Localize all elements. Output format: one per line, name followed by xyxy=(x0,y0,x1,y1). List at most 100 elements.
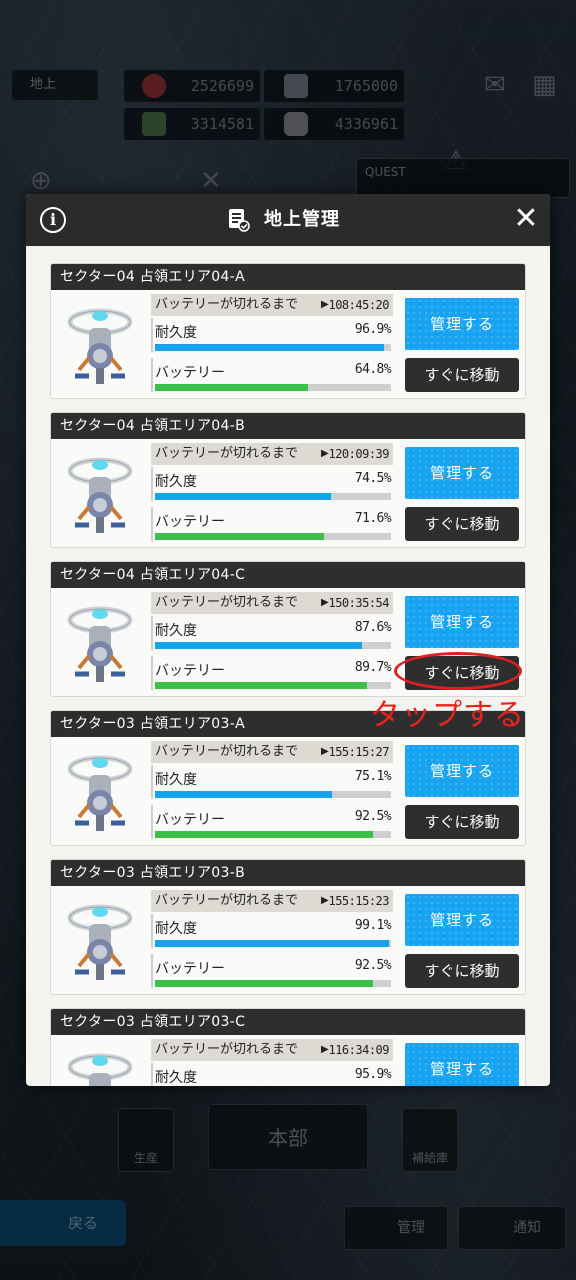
battery-label: バッテリー xyxy=(155,663,225,679)
timer-label: バッテリーが切れるまで xyxy=(155,595,299,610)
durability-bar xyxy=(155,493,391,500)
card-title: セクター03 占領エリア03-B xyxy=(51,860,525,886)
battery-timer-row: バッテリーが切れるまで ▶ 120:09:39 xyxy=(151,443,393,465)
durability-value: 96.9% xyxy=(354,322,392,337)
move-now-button[interactable]: すぐに移動 xyxy=(405,954,519,988)
battery-value: 64.8% xyxy=(354,362,392,377)
battery-row: バッテリー 92.5% xyxy=(151,954,393,992)
battery-timer-row: バッテリーが切れるまで ▶ 155:15:23 xyxy=(151,890,393,912)
durability-value: 95.9% xyxy=(354,1067,392,1082)
durability-bar-fill xyxy=(155,493,331,500)
durability-row: 耐久度 95.9% xyxy=(151,1063,393,1086)
outpost-tower-icon xyxy=(67,755,133,831)
close-icon[interactable]: ✕ xyxy=(512,204,540,234)
stats-column: バッテリーが切れるまで ▶ 120:09:39 耐久度 74.5% バッテリー … xyxy=(151,443,393,545)
manage-button[interactable]: 管理する xyxy=(405,447,519,499)
timer-label: バッテリーが切れるまで xyxy=(155,744,299,759)
stats-column: バッテリーが切れるまで ▶ 155:15:23 耐久度 99.1% バッテリー … xyxy=(151,890,393,992)
move-now-button[interactable]: すぐに移動 xyxy=(405,805,519,839)
timer-label: バッテリーが切れるまで xyxy=(155,1042,299,1057)
stats-column: バッテリーが切れるまで ▶ 150:35:54 耐久度 87.6% バッテリー … xyxy=(151,592,393,694)
durability-row: 耐久度 75.1% xyxy=(151,765,393,803)
outpost-tower-icon xyxy=(67,457,133,533)
durability-label: 耐久度 xyxy=(155,772,197,788)
annotation-circle xyxy=(394,652,522,690)
battery-bar-fill xyxy=(155,980,374,987)
durability-label: 耐久度 xyxy=(155,921,197,937)
battery-timer-row: バッテリーが切れるまで ▶ 108:45:20 xyxy=(151,294,393,316)
battery-value: 71.6% xyxy=(354,511,392,526)
annotation-text: タップする xyxy=(370,698,525,733)
durability-value: 87.6% xyxy=(354,620,392,635)
manage-button[interactable]: 管理する xyxy=(405,894,519,946)
territory-card: セクター03 占領エリア03-C バッテリーが切れるまで ▶ 116:34:09… xyxy=(50,1008,526,1086)
durability-bar xyxy=(155,642,391,649)
durability-value: 75.1% xyxy=(354,769,392,784)
row-divider xyxy=(151,954,153,988)
durability-label: 耐久度 xyxy=(155,1070,197,1086)
battery-bar-fill xyxy=(155,384,308,391)
outpost-tower-icon xyxy=(67,606,133,682)
outpost-tower-icon xyxy=(67,308,133,384)
timer-value: 120:09:39 xyxy=(328,447,389,461)
battery-bar xyxy=(155,533,391,540)
battery-row: バッテリー 89.7% xyxy=(151,656,393,694)
durability-label: 耐久度 xyxy=(155,325,197,341)
ground-management-modal: i 地上管理 ✕ セクター04 占領エリア04-A バッテリーが切れるまで ▶ … xyxy=(26,194,550,1086)
battery-label: バッテリー xyxy=(155,961,225,977)
row-divider xyxy=(151,805,153,839)
durability-bar-fill xyxy=(155,344,384,351)
durability-label: 耐久度 xyxy=(155,623,197,639)
battery-row: バッテリー 92.5% xyxy=(151,805,393,843)
modal-header: i 地上管理 ✕ xyxy=(26,194,550,246)
timer-label: バッテリーが切れるまで xyxy=(155,297,299,312)
row-divider xyxy=(151,467,153,501)
clipboard-check-icon xyxy=(229,209,250,232)
card-title: セクター04 占領エリア04-C xyxy=(51,562,525,588)
row-divider xyxy=(151,656,153,690)
row-divider xyxy=(151,507,153,541)
card-title: セクター04 占領エリア04-B xyxy=(51,413,525,439)
outpost-tower-icon xyxy=(67,1053,133,1086)
territory-card: セクター03 占領エリア03-B バッテリーが切れるまで ▶ 155:15:23… xyxy=(50,859,526,995)
manage-button[interactable]: 管理する xyxy=(405,596,519,648)
row-divider xyxy=(151,914,153,948)
durability-label: 耐久度 xyxy=(155,474,197,490)
battery-bar xyxy=(155,384,391,391)
stats-column: バッテリーが切れるまで ▶ 108:45:20 耐久度 96.9% バッテリー … xyxy=(151,294,393,396)
battery-label: バッテリー xyxy=(155,812,225,828)
durability-bar-fill xyxy=(155,791,333,798)
manage-button[interactable]: 管理する xyxy=(405,298,519,350)
battery-label: バッテリー xyxy=(155,365,225,381)
manage-button[interactable]: 管理する xyxy=(405,1043,519,1086)
battery-value: 92.5% xyxy=(354,809,392,824)
manage-button[interactable]: 管理する xyxy=(405,745,519,797)
battery-bar xyxy=(155,682,391,689)
move-now-button[interactable]: すぐに移動 xyxy=(405,358,519,392)
outpost-tower-icon xyxy=(67,904,133,980)
territory-card: セクター04 占領エリア04-A バッテリーが切れるまで ▶ 108:45:20… xyxy=(50,263,526,399)
durability-bar-fill xyxy=(155,940,389,947)
durability-bar xyxy=(155,791,391,798)
info-icon[interactable]: i xyxy=(40,207,66,233)
durability-row: 耐久度 99.1% xyxy=(151,914,393,952)
row-divider xyxy=(151,616,153,650)
timer-value: 108:45:20 xyxy=(328,298,389,312)
row-divider xyxy=(151,1063,153,1086)
timer-value: 116:34:09 xyxy=(328,1043,389,1057)
battery-row: バッテリー 64.8% xyxy=(151,358,393,396)
row-divider xyxy=(151,318,153,352)
timer-label: バッテリーが切れるまで xyxy=(155,893,299,908)
battery-bar xyxy=(155,831,391,838)
durability-row: 耐久度 96.9% xyxy=(151,318,393,356)
battery-bar xyxy=(155,980,391,987)
territory-card: セクター04 占領エリア04-B バッテリーが切れるまで ▶ 120:09:39… xyxy=(50,412,526,548)
battery-timer-row: バッテリーが切れるまで ▶ 150:35:54 xyxy=(151,592,393,614)
timer-value: 155:15:27 xyxy=(328,745,389,759)
durability-bar xyxy=(155,344,391,351)
durability-value: 74.5% xyxy=(354,471,392,486)
timer-value: 155:15:23 xyxy=(328,894,389,908)
durability-bar xyxy=(155,940,391,947)
battery-label: バッテリー xyxy=(155,514,225,530)
move-now-button[interactable]: すぐに移動 xyxy=(405,507,519,541)
